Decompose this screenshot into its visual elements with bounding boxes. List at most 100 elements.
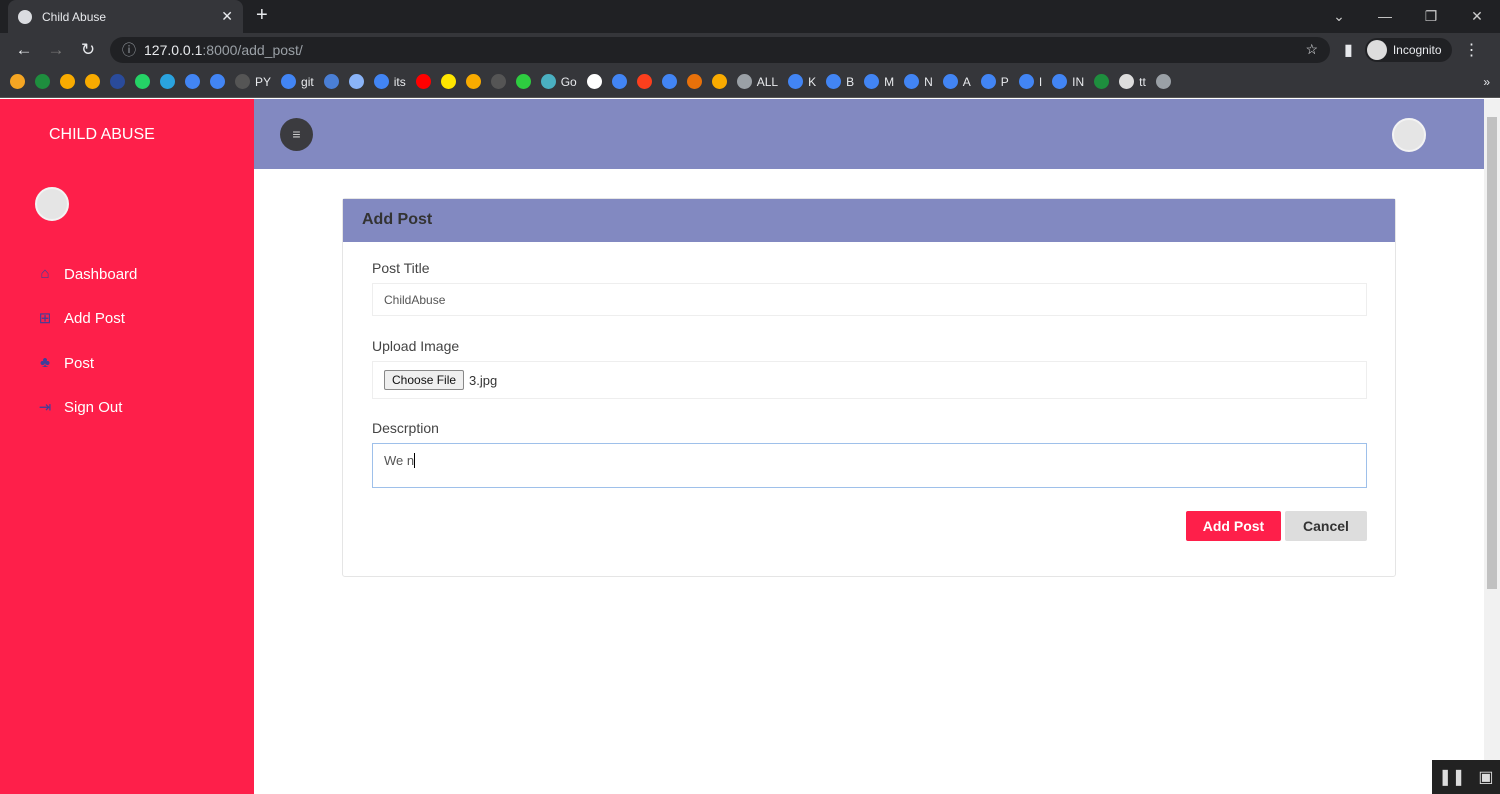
scrollbar[interactable]	[1484, 99, 1500, 794]
info-icon: ⓘ	[122, 41, 136, 58]
bookmark-item[interactable]	[35, 74, 50, 89]
bookmark-item[interactable]	[586, 74, 602, 89]
bookmark-item[interactable]: its	[373, 74, 406, 89]
bookmark-icon	[826, 74, 842, 89]
bookmark-item[interactable]	[440, 74, 456, 89]
bookmark-icon	[490, 74, 506, 89]
address-bar[interactable]: ⓘ 127.0.0.1:8000/add_post/ ☆	[110, 36, 1330, 63]
bookmark-item[interactable]	[85, 74, 100, 89]
description-value: We n	[384, 453, 415, 468]
minimize-button[interactable]: —	[1362, 0, 1408, 33]
bookmark-item[interactable]	[1155, 74, 1171, 89]
profile-button[interactable]: Incognito	[1364, 37, 1452, 62]
bookmark-item[interactable]	[515, 74, 531, 89]
bookmark-item[interactable]	[415, 74, 431, 89]
bookmark-item[interactable]	[323, 74, 339, 89]
bookmark-item[interactable]: ALL	[736, 74, 779, 89]
bookmark-icon	[864, 74, 880, 89]
bookmark-item[interactable]	[1094, 74, 1110, 89]
bookmark-item[interactable]	[185, 74, 200, 89]
bookmark-item[interactable]: PY	[235, 74, 271, 89]
brand[interactable]: CHILD ABUSE	[49, 126, 155, 144]
bookmark-item[interactable]	[348, 74, 364, 89]
bookmark-label: ALL	[756, 74, 779, 89]
sidebar-item-add-post[interactable]: ⊞ Add Post	[37, 297, 137, 342]
bookmark-item[interactable]: tt	[1119, 74, 1146, 89]
bookmark-icon	[465, 74, 481, 89]
bookmark-icon	[661, 74, 677, 89]
bookmark-item[interactable]	[611, 74, 627, 89]
sidebar-item-post[interactable]: ♣ Post	[37, 341, 137, 386]
sign-out-icon: ⇥	[38, 398, 52, 416]
bookmark-item[interactable]	[10, 74, 25, 89]
bookmark-label: P	[1000, 74, 1009, 89]
bookmark-item[interactable]: K	[788, 74, 816, 89]
bookmark-item[interactable]	[465, 74, 481, 89]
picture-in-picture-icon[interactable]: ▣	[1478, 767, 1493, 787]
new-tab-button[interactable]: +	[256, 4, 268, 27]
url-path: :8000/add_post/	[202, 41, 303, 58]
bookmark-item[interactable]: git	[281, 74, 314, 89]
description-textarea[interactable]: We n	[372, 443, 1367, 488]
menu-icon[interactable]: ⋮	[1464, 40, 1480, 60]
bookmark-item[interactable]	[661, 74, 677, 89]
bookmark-item[interactable]: N	[904, 74, 933, 89]
bookmark-item[interactable]: B	[826, 74, 854, 89]
bookmark-item[interactable]	[636, 74, 652, 89]
bookmark-item[interactable]: M	[864, 74, 894, 89]
bookmark-item[interactable]	[135, 74, 150, 89]
bookmark-item[interactable]: P	[980, 74, 1009, 89]
bookmark-icon	[1119, 74, 1135, 89]
restore-button[interactable]: ❐	[1408, 0, 1454, 33]
close-window-button[interactable]: ✕	[1454, 0, 1500, 33]
back-icon[interactable]: ←	[8, 40, 40, 60]
tab-search-icon[interactable]: ⌄	[1316, 0, 1362, 33]
forward-icon[interactable]: →	[40, 40, 72, 60]
avatar	[35, 187, 69, 221]
bookmark-item[interactable]: IN	[1052, 74, 1084, 89]
sidebar-item-label: Sign Out	[64, 399, 123, 417]
bookmark-item[interactable]	[490, 74, 506, 89]
bookmark-item[interactable]	[160, 74, 175, 89]
side-panel-icon[interactable]: ▮	[1344, 40, 1353, 60]
browser-tab-bar: Child Abuse ✕ + ⌄ — ❐ ✕	[0, 0, 1500, 33]
post-title-input[interactable]: ChildAbuse	[372, 283, 1367, 316]
sidebar-item-label: Post	[64, 354, 95, 372]
hamburger-menu-icon[interactable]: ≡	[280, 118, 313, 151]
url-host: 127.0.0.1	[144, 41, 203, 58]
bookmark-item[interactable]	[110, 74, 125, 89]
cancel-button[interactable]: Cancel	[1285, 511, 1367, 541]
add-post-card: Add Post Post Title ChildAbuse Upload Im…	[342, 198, 1396, 577]
file-input[interactable]: Choose File 3.jpg	[372, 361, 1367, 399]
bookmark-item[interactable]: A	[942, 74, 971, 89]
bookmark-item[interactable]: Go	[540, 74, 577, 89]
bookmark-icon	[686, 74, 702, 89]
sidebar-item-sign-out[interactable]: ⇥ Sign Out	[37, 386, 137, 431]
bookmark-icon	[210, 74, 225, 89]
file-name: 3.jpg	[469, 372, 498, 388]
bookmark-item[interactable]	[686, 74, 702, 89]
pause-icon[interactable]: ❚❚	[1439, 767, 1466, 787]
bookmark-item[interactable]	[711, 74, 727, 89]
bookmark-icon	[281, 74, 297, 89]
bookmark-label: I	[1038, 74, 1043, 89]
bookmark-icon	[515, 74, 531, 89]
more-bookmarks-button[interactable]: »	[1483, 75, 1490, 89]
reload-icon[interactable]: ↻	[72, 40, 104, 60]
bookmark-item[interactable]	[60, 74, 75, 89]
scrollbar-thumb[interactable]	[1487, 117, 1497, 589]
bookmark-icon	[373, 74, 389, 89]
sidebar-item-dashboard[interactable]: ⌂ Dashboard	[37, 252, 137, 297]
bookmark-item[interactable]: I	[1018, 74, 1043, 89]
bookmark-icon	[586, 74, 602, 89]
card-title: Add Post	[343, 199, 1395, 242]
browser-tab[interactable]: Child Abuse ✕	[8, 0, 243, 33]
close-tab-icon[interactable]: ✕	[221, 8, 233, 25]
description-label: Descrption	[372, 420, 439, 436]
bookmark-icon	[904, 74, 920, 89]
choose-file-button[interactable]: Choose File	[384, 370, 465, 390]
add-post-button[interactable]: Add Post	[1186, 511, 1281, 541]
user-avatar[interactable]	[1392, 118, 1426, 152]
bookmark-star-icon[interactable]: ☆	[1305, 41, 1318, 58]
bookmark-item[interactable]	[210, 74, 225, 89]
